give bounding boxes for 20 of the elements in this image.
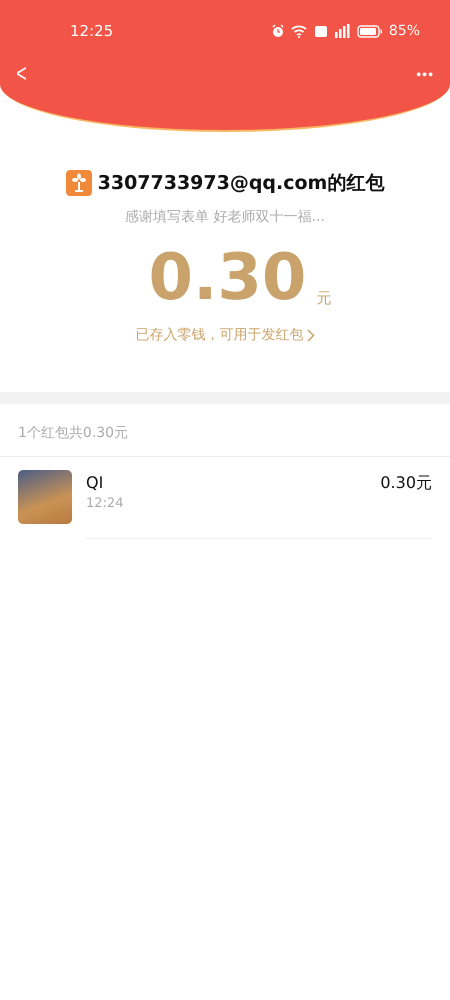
packet-title: 3307733973@qq.com的红包 (98, 171, 384, 196)
receiver-amount: 0.30元 (380, 473, 432, 494)
signal-icon (332, 24, 351, 38)
receiver-name: QI (86, 473, 104, 492)
tree-logo-icon (66, 170, 92, 196)
receive-time: 12:24 (86, 496, 124, 511)
more-button[interactable]: ••• (410, 64, 440, 84)
back-button[interactable]: < (12, 56, 32, 91)
packet-message: 感谢填写表单 好老师双十一福... (125, 208, 325, 226)
battery-icon (356, 24, 383, 38)
avatar-photo-placeholder (18, 470, 72, 524)
summary-text: 1个红包共0.30元 (0, 404, 450, 457)
status-time: 12:25 (70, 22, 114, 40)
chevron-right-icon (306, 328, 314, 342)
packet-amount: 0.30 (148, 240, 306, 316)
change-link[interactable]: 已存入零钱，可用于发红包 (136, 326, 314, 344)
battery-percentage: 85% (388, 23, 420, 39)
wifi-icon (290, 24, 309, 38)
amount-unit: 元 (316, 289, 332, 308)
alarm-clock-icon (270, 24, 285, 38)
